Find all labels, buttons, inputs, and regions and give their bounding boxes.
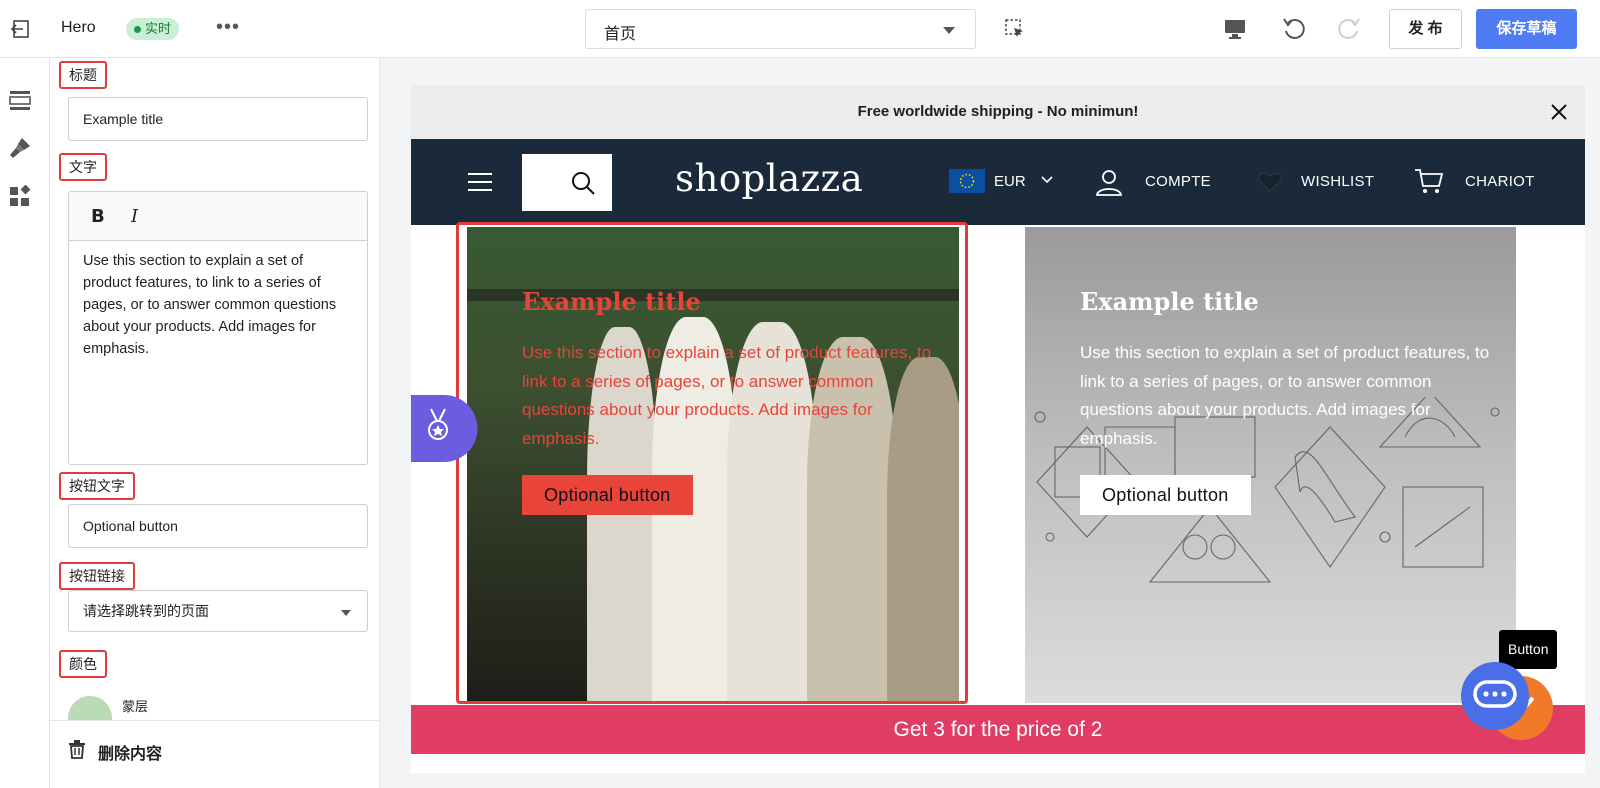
text-editor-toolbar: B I [69,192,367,241]
hero-card-2[interactable]: Example title Use this section to explai… [1025,227,1516,703]
overlay-label: 蒙层 [122,699,149,714]
save-draft-button[interactable]: 保存草稿 [1476,9,1577,49]
user-icon[interactable] [1094,167,1124,197]
delete-content-button[interactable]: 删除内容 [50,720,379,788]
chevron-down-icon [1041,176,1053,184]
color-label: 颜色 [59,650,107,678]
more-options-button[interactable]: ••• [216,16,240,39]
section-name: Hero [61,19,96,36]
text-label: 文字 [59,153,107,181]
page-select[interactable]: 首页 [585,9,976,49]
announcement-bar: Free worldwide shipping - No minimun! [411,85,1585,139]
live-badge-label: 实时 [145,21,172,36]
text-editor-content[interactable]: Use this section to explain a set of pro… [69,241,367,369]
left-icon-rail [0,58,50,788]
undo-icon[interactable] [1281,16,1307,42]
theme-brush-icon[interactable] [8,136,32,160]
exit-icon[interactable] [10,18,32,40]
close-icon[interactable] [1549,102,1569,122]
heart-icon[interactable] [1257,169,1283,193]
italic-button[interactable]: I [131,206,138,227]
announcement-text: Free worldwide shipping - No minimun! [857,103,1139,120]
bold-button[interactable]: B [91,206,105,227]
text-editor[interactable]: B I Use this section to explain a set of… [68,191,368,465]
button-link-label: 按钮链接 [59,562,135,590]
medal-icon[interactable] [411,395,478,462]
selected-section-outline [456,222,968,704]
publish-button[interactable]: 发 布 [1389,9,1462,49]
select-element-icon[interactable] [1004,18,1026,40]
desktop-icon[interactable] [1222,16,1248,42]
store-header: shoplazza EUR COMPTE WISHLIST CHARIOT [411,139,1585,225]
eu-flag-icon [949,169,985,193]
store-preview: Free worldwide shipping - No minimun! sh… [411,85,1585,773]
store-logo[interactable]: shoplazza [675,157,863,200]
button-text-label: 按钮文字 [59,472,135,500]
live-status-badge: 实时 [126,18,180,40]
card-2-button[interactable]: Optional button [1080,475,1251,515]
account-link[interactable]: COMPTE [1145,173,1211,190]
top-bar: Hero 实时 ••• 首页 发 布 保存草稿 [0,0,1600,58]
search-icon [572,172,595,195]
button-link-select[interactable]: 请选择跳转到的页面 [68,590,368,632]
apps-icon[interactable] [8,185,32,209]
card-2-text: Use this section to explain a set of pro… [1080,343,1490,448]
promo-bar[interactable]: Get 3 for the price of 2 [411,705,1585,754]
title-label: 标题 [59,61,107,89]
card-2-title: Example title [1080,287,1259,316]
hamburger-icon[interactable] [467,171,493,193]
settings-panel: 标题 Example title 文字 B I Use this section… [50,58,380,788]
title-input[interactable]: Example title [68,97,368,141]
search-button[interactable] [522,154,612,211]
cart-link[interactable]: CHARIOT [1465,173,1535,190]
redo-icon[interactable] [1336,16,1362,42]
cart-icon[interactable] [1414,167,1444,195]
wishlist-link[interactable]: WISHLIST [1301,173,1374,190]
button-text-input[interactable]: Optional button [68,504,368,548]
live-dot-icon [134,25,141,33]
button-link-placeholder: 请选择跳转到的页面 [83,603,209,619]
page-select-value: 首页 [604,26,637,43]
chevron-down-icon [943,27,955,34]
delete-content-label: 删除内容 [98,746,163,763]
chevron-down-icon [341,610,351,616]
currency-selector[interactable]: EUR [994,173,1026,190]
chat-icon[interactable] [1459,660,1557,742]
sections-icon[interactable] [8,88,32,112]
trash-icon [69,740,85,759]
